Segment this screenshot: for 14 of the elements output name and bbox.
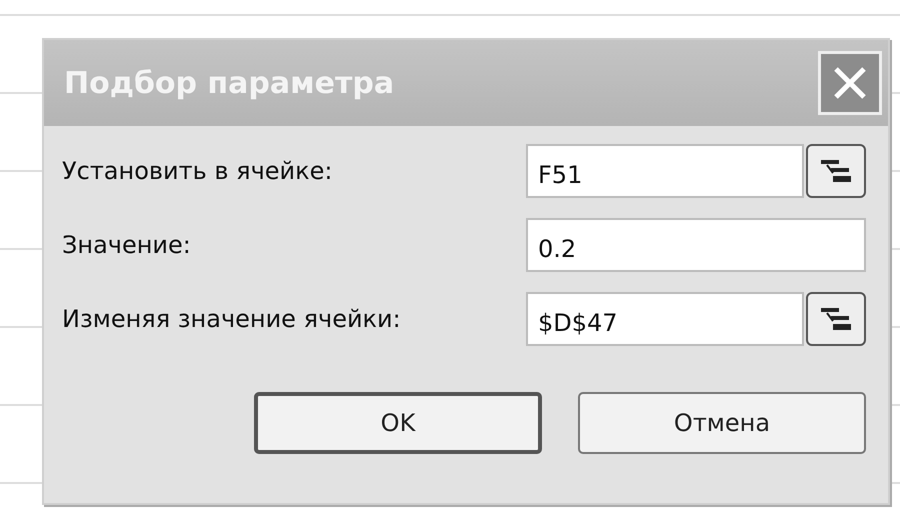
close-button[interactable] — [818, 51, 882, 115]
window-title: Подбор параметра — [64, 66, 394, 100]
range-select-icon — [819, 157, 853, 185]
dialog-button[interactable]: Отмена — [578, 392, 866, 454]
collapse-dialog-button[interactable] — [806, 144, 866, 198]
field-label: Изменяя значение ячейки: — [62, 305, 401, 333]
input-field[interactable]: $D$47 — [526, 292, 804, 346]
field-label: Значение: — [62, 231, 191, 259]
collapse-dialog-button[interactable] — [806, 292, 866, 346]
input-field[interactable]: 0.2 — [526, 218, 866, 272]
range-select-icon — [819, 305, 853, 333]
field-label: Установить в ячейке: — [62, 157, 332, 185]
dialog-button[interactable]: OK — [254, 392, 542, 454]
input-field[interactable]: F51 — [526, 144, 804, 198]
